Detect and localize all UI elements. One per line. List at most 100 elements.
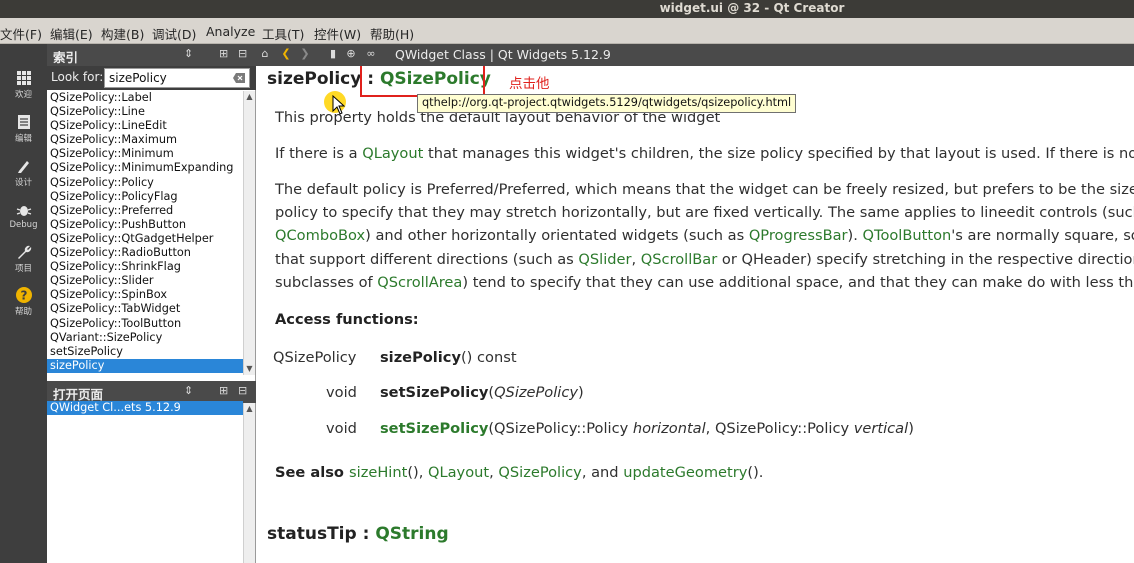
text-line: policy to specify that they may stretch …	[275, 204, 1134, 222]
menu-edit[interactable]: 编辑(E)	[50, 24, 93, 43]
index-list-item[interactable]: QSizePolicy::TabWidget	[47, 302, 243, 316]
open-pages-header: 打开页面 ⇕ ⊞ ⊟	[47, 381, 256, 403]
text: , QSizePolicy::Policy	[705, 420, 854, 437]
index-list-scrollbar[interactable]: ▲ ▼	[243, 91, 255, 375]
link-icon[interactable]: ∞	[364, 47, 378, 61]
menu-analyze[interactable]: Analyze	[206, 24, 255, 39]
close-pane-icon[interactable]: ⊟	[238, 47, 247, 60]
qslider-link[interactable]: QSlider	[578, 251, 631, 268]
mode-debug[interactable]: Debug	[0, 202, 47, 230]
home-icon[interactable]: ⌂	[258, 47, 272, 61]
mode-projects[interactable]: 项目	[0, 244, 47, 274]
function-link[interactable]: setSizePolicy	[380, 420, 488, 437]
menu-file[interactable]: 文件(F)	[0, 24, 42, 43]
scroll-down-icon[interactable]: ▼	[244, 363, 255, 375]
index-list-item[interactable]: QSizePolicy::PushButton	[47, 218, 243, 232]
index-list-item[interactable]: QSizePolicy::LineEdit	[47, 119, 243, 133]
qscrollbar-link[interactable]: QScrollBar	[641, 251, 717, 268]
menu-bar: 文件(F) 编辑(E) 构建(B) 调试(D) Analyze 工具(T) 控件…	[0, 18, 1134, 44]
index-list-item[interactable]: QSizePolicy::RadioButton	[47, 246, 243, 260]
index-list-item[interactable]: QSizePolicy::Line	[47, 105, 243, 119]
sizehint-link[interactable]: sizeHint	[349, 464, 407, 481]
look-for-label: Look for:	[51, 70, 104, 84]
index-list-item[interactable]: setSizePolicy	[47, 345, 243, 359]
index-list-item[interactable]: QSizePolicy::SpinBox	[47, 288, 243, 302]
split-icon[interactable]: ⊞	[219, 47, 228, 60]
menu-tools[interactable]: 工具(T)	[262, 24, 304, 43]
open-page-item[interactable]: QWidget Cl...ets 5.12.9	[47, 401, 243, 416]
mode-help[interactable]: ? 帮助	[0, 287, 47, 317]
index-list-item[interactable]: QSizePolicy::QtGadgetHelper	[47, 232, 243, 246]
updown-icon[interactable]: ⇕	[184, 47, 193, 60]
open-pages-list: QWidget Cl...ets 5.12.9	[47, 401, 243, 563]
document-title: QWidget Class | Qt Widgets 5.12.9	[395, 47, 611, 62]
af-signature: setSizePolicy(QSizePolicy::Policy horizo…	[380, 420, 914, 437]
text: ().	[747, 464, 764, 481]
link-tooltip: qthelp://org.qt-project.qtwidgets.5129/q…	[417, 94, 797, 113]
highlight-box	[360, 66, 485, 97]
index-list: QSizePolicy::Label QSizePolicy::Line QSize…	[47, 91, 243, 375]
qcombobox-link[interactable]: QComboBox	[275, 227, 365, 244]
qlayout-link[interactable]: QLayout	[428, 464, 489, 481]
see-also: See also sizeHint(), QLayout, QSizePolic…	[275, 461, 763, 484]
text: 's are normally square, so	[951, 227, 1134, 245]
split-icon[interactable]: ⊞	[219, 384, 228, 397]
index-list-item[interactable]: QSizePolicy::Preferred	[47, 204, 243, 218]
index-panel-title: 索引	[53, 50, 79, 65]
index-list-item[interactable]: QSizePolicy::MinimumExpanding	[47, 161, 243, 175]
qtoolbutton-link[interactable]: QToolButton	[863, 227, 952, 244]
index-list-item[interactable]: QSizePolicy::ToolButton	[47, 317, 243, 331]
scroll-up-icon[interactable]: ▲	[244, 91, 255, 103]
index-list-item[interactable]: sizePolicy	[47, 358, 243, 373]
menu-build[interactable]: 构建(B)	[101, 24, 144, 43]
index-list-item[interactable]: QSizePolicy::Label	[47, 91, 243, 105]
mode-edit[interactable]: 编辑	[0, 114, 47, 144]
wrench-icon	[17, 245, 31, 259]
mode-label: Debug	[9, 220, 38, 230]
index-list-item[interactable]: QSizePolicy::Maximum	[47, 133, 243, 147]
menu-help[interactable]: 帮助(H)	[370, 24, 414, 43]
svg-text:?: ?	[20, 289, 27, 303]
back-icon[interactable]: ❮	[279, 47, 293, 61]
menu-debug[interactable]: 调试(D)	[152, 24, 196, 43]
index-list-item[interactable]: QSizePolicy::Policy	[47, 176, 243, 190]
menu-widgets[interactable]: 控件(W)	[314, 24, 361, 43]
text: ) and other horizontally orientated widg…	[365, 227, 749, 245]
qscrollarea-link[interactable]: QScrollArea	[377, 274, 462, 291]
updategeometry-link[interactable]: updateGeometry	[623, 464, 747, 481]
af-return-type: void	[326, 384, 357, 401]
text: ) tend to specify that they can use addi…	[462, 273, 1134, 291]
scroll-up-icon[interactable]: ▲	[244, 403, 255, 415]
help-icon: ?	[15, 287, 32, 303]
open-pages-scrollbar[interactable]: ▲	[243, 403, 255, 563]
text: ,	[631, 250, 641, 268]
property-type-link[interactable]: QString	[375, 524, 448, 544]
mode-selector-bar: 欢迎 编辑 设计 Debug 项目 ? 帮助	[0, 44, 47, 563]
updown-icon[interactable]: ⇕	[184, 384, 193, 397]
function-name: setSizePolicy	[380, 384, 489, 401]
help-side-panel: 索引 ⇕ ⊞ ⊟ Look for: QSizePolicy::LabelQSi…	[47, 44, 256, 563]
text-line: QComboBox) and other horizontally orient…	[275, 224, 1134, 247]
index-list-item[interactable]: QSizePolicy::Slider	[47, 274, 243, 288]
mode-design[interactable]: 设计	[0, 158, 47, 188]
mode-welcome[interactable]: 欢迎	[0, 70, 47, 100]
mode-label: 编辑	[14, 134, 32, 144]
index-list-item[interactable]: QSizePolicy::ShrinkFlag	[47, 260, 243, 274]
globe-icon[interactable]: ⊕	[344, 47, 358, 61]
index-search-input[interactable]	[104, 68, 250, 88]
window-title-bar: widget.ui @ 32 - Qt Creator	[0, 0, 1134, 18]
bookmark-icon[interactable]: ▮	[326, 47, 340, 61]
clear-icon[interactable]	[233, 73, 245, 83]
text: ,	[489, 464, 499, 481]
close-pane-icon[interactable]: ⊟	[238, 384, 247, 397]
index-list-item[interactable]: QVariant::SizePolicy	[47, 331, 243, 345]
forward-icon[interactable]: ❯	[298, 47, 312, 61]
qlayout-link[interactable]: QLayout	[362, 145, 423, 162]
next-property-heading: statusTip : QString	[267, 524, 449, 544]
qsizepolicy-link[interactable]: QSizePolicy	[498, 464, 581, 481]
index-list-item[interactable]: QSizePolicy::Minimum	[47, 147, 243, 161]
qprogressbar-link[interactable]: QProgressBar	[749, 227, 848, 244]
text: The default policy is Preferred/Preferre…	[275, 181, 1134, 198]
text-line: that support different directions (such …	[275, 248, 1134, 271]
index-list-item[interactable]: QSizePolicy::PolicyFlag	[47, 190, 243, 204]
